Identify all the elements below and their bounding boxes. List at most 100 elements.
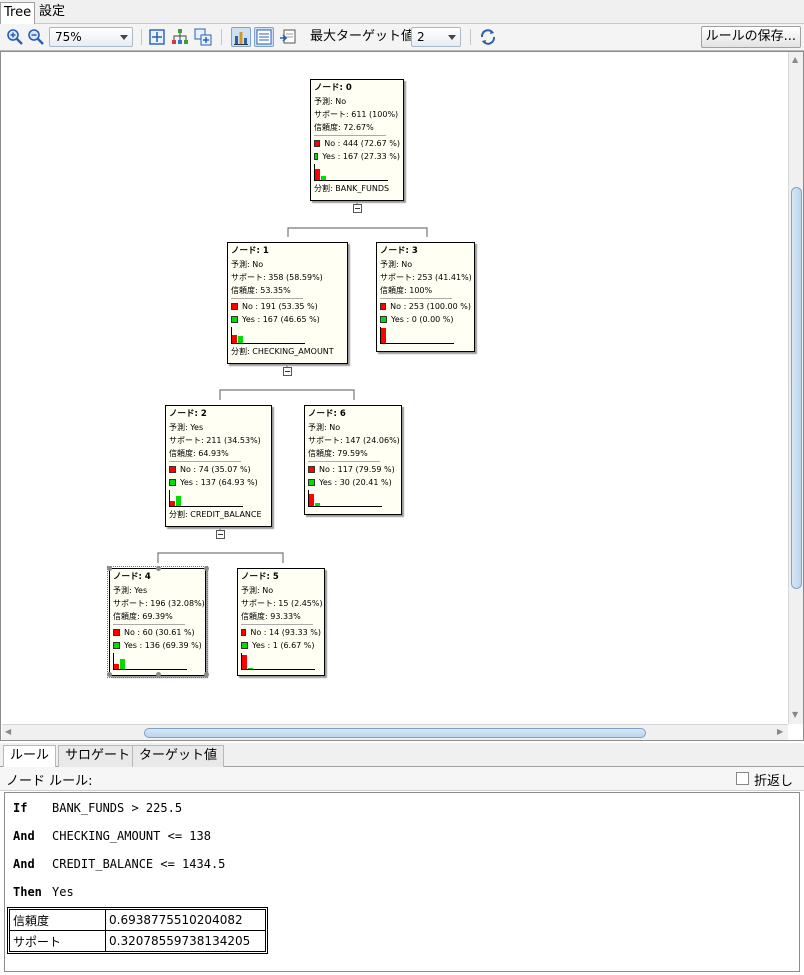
histogram-bar-no [381,328,386,343]
node-title: ノード: 1 [231,246,269,256]
node-class-no: No : 117 (79.59 %) [319,465,395,474]
yes-class-swatch [380,316,387,323]
selection-handle[interactable] [107,566,112,571]
node-histogram [308,490,398,508]
export-icon[interactable] [279,28,297,46]
yes-class-swatch [169,479,176,486]
histogram-bar-yes [321,176,326,180]
tree-node-5[interactable]: ノード: 5 予測: No サポート: 15 (2.45%) 信頼度: 93.3… [237,568,325,676]
chevron-down-icon [120,35,128,40]
zoom-value: 75% [55,30,82,44]
toolbar-separator [470,29,471,45]
yes-class-swatch [308,479,315,486]
top-tab-bar: Tree 設定 [0,0,804,24]
selection-handle[interactable] [204,672,209,677]
rule-condition-line: If BANK_FUNDS > 225.5 [13,801,182,815]
tree-canvas[interactable]: ノード: 0 予測: No サポート: 611 (100%) 信頼度: 72.6… [2,52,788,724]
tab-rules[interactable]: ルール [3,745,57,767]
node-class-yes: Yes : 30 (20.41 %) [319,478,392,487]
node-class-yes: Yes : 136 (69.39 %) [124,641,202,650]
histogram-toggle-icon[interactable] [231,27,251,47]
node-prediction: 予測: No [231,260,264,269]
node-histogram [113,653,202,671]
no-class-swatch [241,629,247,636]
histogram-bar-yes [120,659,125,669]
tree-node-3[interactable]: ノード: 3 予測: No サポート: 253 (41.41%) 信頼度: 10… [376,242,475,352]
scroll-down-icon[interactable]: ▼ [792,710,798,719]
node-confidence: 信頼度: 93.33% [241,612,301,621]
refresh-icon[interactable] [479,28,497,46]
selection-handle[interactable] [107,672,112,677]
tree-layout-icon[interactable] [171,28,189,46]
scroll-right-icon[interactable]: ▶ [777,727,783,736]
node-class-no: No : 444 (72.67 %) [324,139,400,148]
node-class-yes: Yes : 167 (27.33 %) [322,152,400,161]
rule-condition-line: And CREDIT_BALANCE <= 1434.5 [13,857,225,871]
node-title: ノード: 5 [241,572,279,582]
scroll-up-icon[interactable]: ▲ [792,55,798,64]
max-target-value: 2 [417,30,425,44]
wrap-label[interactable]: 折返し [754,770,793,789]
max-target-select[interactable]: 2 [411,27,461,47]
node-support: サポート: 147 (24.06%) [308,436,400,445]
max-target-label: 最大ターゲット値 [310,29,415,44]
tab-target-values[interactable]: ターゲット値 [132,745,225,767]
histogram-bar-no [114,664,119,669]
fit-to-window-icon[interactable] [148,28,166,46]
selection-handle[interactable] [156,672,161,677]
horizontal-scroll-thumb[interactable] [144,728,646,738]
metric-name: 信頼度 [9,909,106,931]
horizontal-scrollbar[interactable]: ◀ ▶ [2,724,788,740]
rule-metrics-table: 信頼度 0.6938775510204082 サポート 0.3207855973… [7,907,268,954]
collapse-node-1-toggle[interactable] [283,367,292,376]
tree-node-2[interactable]: ノード: 2 予測: Yes サポート: 211 (34.53%) 信頼度: 6… [165,405,272,527]
toolbar-separator [221,29,222,45]
node-split: 分割: CREDIT_BALANCE [169,510,262,519]
zoom-out-icon[interactable] [27,28,45,46]
metric-name: サポート [9,930,106,952]
node-support: サポート: 358 (58.59%) [231,273,323,282]
selection-handle[interactable] [156,566,161,571]
toolbar: 75% 最大ターゲット値 2 ルールの保存... [0,24,804,51]
tree-node-4[interactable]: ノード: 4 予測: Yes サポート: 196 (32.08%) 信頼度: 6… [107,566,208,678]
collapse-node-0-toggle[interactable] [353,204,362,213]
save-rules-button[interactable]: ルールの保存... [700,26,801,48]
rule-expression: Yes [52,885,74,899]
rule-expression: CHECKING_AMOUNT <= 138 [52,829,211,843]
table-row: 信頼度 0.6938775510204082 [9,909,266,931]
wrap-checkbox[interactable] [736,772,749,785]
node-class-no: No : 60 (30.61 %) [124,628,195,637]
histogram-bar-no [232,335,237,343]
node-class-no: No : 191 (53.35 %) [242,302,318,311]
vertical-scrollbar[interactable]: ▲ ▼ [788,52,803,724]
node-class-no: No : 74 (35.07 %) [180,465,251,474]
scroll-left-icon[interactable]: ◀ [5,727,11,736]
rule-keyword: Then [13,885,42,899]
tab-surrogates[interactable]: サロゲート [58,745,138,767]
node-class-yes: Yes : 167 (46.65 %) [242,315,320,324]
vertical-scroll-thumb[interactable] [791,187,802,589]
tree-node-6[interactable]: ノード: 6 予測: No サポート: 147 (24.06%) 信頼度: 79… [304,405,402,515]
zoom-select[interactable]: 75% [49,27,133,47]
rule-text-area[interactable]: If BANK_FUNDS > 225.5 And CHECKING_AMOUNT … [4,792,800,972]
toolbar-separator [141,29,142,45]
expand-all-icon[interactable] [194,28,212,46]
node-confidence: 信頼度: 72.67% [314,123,374,132]
details-toggle-icon[interactable] [254,27,274,47]
tab-settings[interactable]: 設定 [36,2,68,24]
zoom-in-icon[interactable] [6,28,24,46]
node-support: サポート: 211 (34.53%) [169,436,261,445]
node-confidence: 信頼度: 53.35% [231,286,291,295]
no-class-swatch [380,303,387,310]
yes-class-swatch [314,153,319,160]
tree-node-1[interactable]: ノード: 1 予測: No サポート: 358 (58.59%) 信頼度: 53… [227,242,348,364]
rule-keyword: If [13,801,28,815]
node-class-no: No : 253 (100.00 %) [390,302,471,311]
chevron-down-icon [448,35,456,40]
tree-node-0[interactable]: ノード: 0 予測: No サポート: 611 (100%) 信頼度: 72.6… [310,79,404,201]
tab-tree[interactable]: Tree [0,2,36,24]
node-rule-label: ノード ルール: [6,774,93,789]
node-confidence: 信頼度: 64.93% [169,449,229,458]
selection-handle[interactable] [204,566,209,571]
collapse-node-2-toggle[interactable] [216,530,225,539]
